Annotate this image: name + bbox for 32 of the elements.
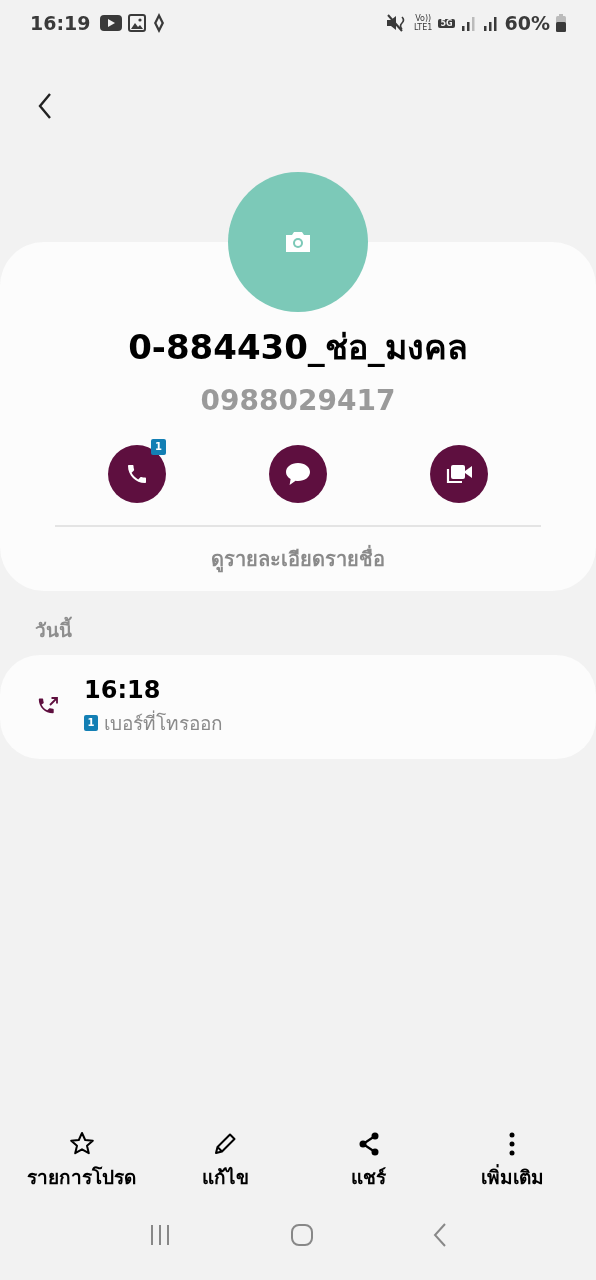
battery-icon	[556, 14, 566, 32]
message-button[interactable]	[269, 445, 327, 503]
battery-percent: 60%	[504, 12, 550, 34]
more-button[interactable]: เพิ่มเติม	[440, 1130, 584, 1192]
call-log-item[interactable]: 16:18 1 เบอร์ที่โทรออก	[0, 655, 596, 759]
home-icon[interactable]	[290, 1223, 314, 1247]
edit-button[interactable]: แก้ไข	[153, 1130, 297, 1192]
recent-apps-icon[interactable]	[149, 1224, 172, 1246]
sim-badge: 1	[151, 439, 166, 455]
lte-label: LTE1	[414, 23, 433, 32]
share-button[interactable]: แชร์	[297, 1130, 441, 1192]
video-button[interactable]	[430, 445, 488, 503]
call-time: 16:18	[84, 676, 162, 704]
sim-badge: 1	[84, 715, 98, 731]
status-time: 16:19	[30, 12, 91, 34]
section-header: วันนี้	[35, 615, 596, 645]
network-label: 5G	[438, 18, 455, 28]
play-icon	[100, 15, 123, 31]
diamond-icon	[152, 12, 167, 34]
favorite-button[interactable]: รายการโปรด	[10, 1130, 154, 1192]
volte-label: Vo))	[414, 14, 433, 23]
call-type: เบอร์ที่โทรออก	[104, 709, 223, 736]
image-icon	[128, 14, 147, 32]
contact-name: 0-884430_ช่อ_มงคล	[128, 326, 468, 369]
video-camera-icon	[444, 462, 474, 486]
phone-number: 0988029417	[200, 384, 396, 417]
chat-bubble-icon	[284, 461, 312, 487]
camera-icon	[283, 230, 313, 254]
more-options-icon	[508, 1130, 517, 1158]
phone-icon	[125, 462, 149, 486]
signal-icon	[482, 14, 499, 32]
signal-icon	[460, 14, 477, 32]
